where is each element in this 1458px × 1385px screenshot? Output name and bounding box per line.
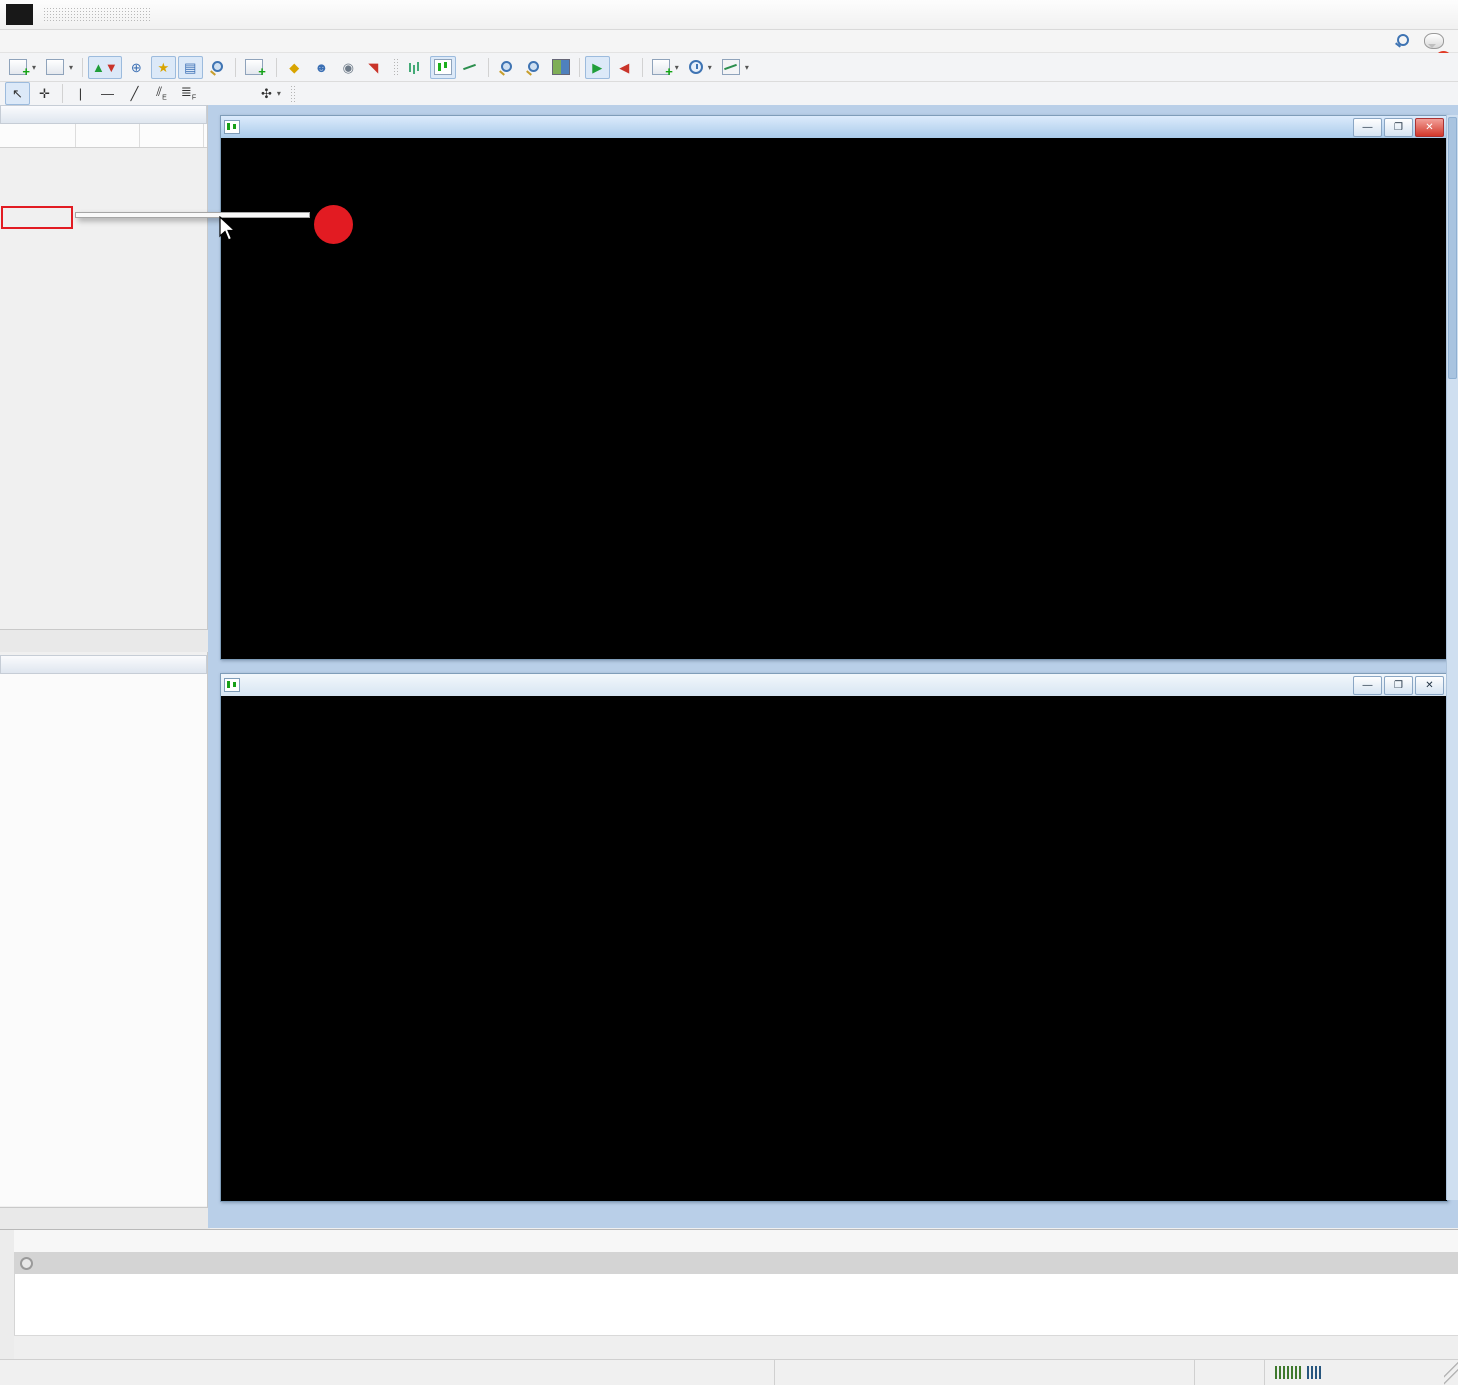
zoom-out-button[interactable] — [521, 56, 546, 79]
chart-minimize-button[interactable]: — — [1353, 117, 1382, 137]
navigator-tree — [0, 674, 207, 1206]
community-icon[interactable]: ☻ — [309, 56, 334, 79]
balance-row — [14, 1252, 1458, 1274]
notification-bubble-icon[interactable] — [1424, 33, 1444, 49]
drawing-toolbar: ↖ ✛ | — ╱ ⫽E ≣F ✣ ▾ — [0, 82, 1458, 106]
terminal-panel — [0, 1229, 1458, 1360]
market-watch-table — [0, 124, 207, 148]
chart-shift-button[interactable]: ◀ — [612, 56, 637, 79]
market-watch-header — [0, 105, 207, 124]
navigator-header — [0, 655, 207, 674]
terminal-toggle-button[interactable]: ▤ — [177, 55, 203, 79]
symbol-context-menu — [75, 212, 310, 218]
vertical-line-tool-button[interactable]: | — [68, 82, 93, 105]
chart-icon — [224, 678, 240, 692]
annotation-box-usdjpy — [1, 206, 73, 229]
terminal-tabs — [14, 1335, 1458, 1360]
metaquotes-horn-icon[interactable]: ◆ — [282, 56, 307, 79]
candlestick-mode-button[interactable] — [429, 55, 456, 79]
connection-cell — [1264, 1360, 1444, 1385]
chart-icon — [224, 120, 240, 134]
auto-scroll-button[interactable]: ▶ — [584, 55, 610, 79]
templates-button[interactable]: ▾ — [718, 56, 753, 79]
indicators-button[interactable]: ▾ — [648, 56, 683, 79]
navigator-tabs — [0, 1207, 210, 1230]
periods-button[interactable]: ▾ — [685, 56, 716, 79]
horizontal-line-tool-button[interactable]: — — [95, 82, 120, 105]
new-order-button[interactable] — [241, 56, 271, 79]
chart-canvas-usdjpy[interactable] — [222, 138, 1446, 658]
balance-row-icon — [20, 1256, 33, 1270]
navigator-panel — [0, 655, 210, 1230]
new-chart-button[interactable]: ▾ — [5, 56, 40, 79]
channel-tool-button[interactable]: ⫽E — [149, 82, 174, 105]
minimize-button[interactable] — [1320, 0, 1366, 29]
chart-canvas-usdchf[interactable] — [222, 696, 1446, 1200]
strategy-tester-button[interactable] — [205, 56, 230, 79]
app-logo-icon — [6, 4, 33, 25]
title-bar — [0, 0, 1458, 30]
maximize-button[interactable] — [1366, 0, 1412, 29]
status-bar — [0, 1359, 1458, 1385]
bar-chart-mode-button[interactable] — [403, 56, 428, 79]
arrows-tool-button[interactable]: ✣ ▾ — [257, 82, 285, 105]
profile-cell[interactable] — [774, 1360, 1194, 1385]
data-window-button[interactable]: ⊕ — [124, 56, 149, 79]
text-label-tool-button[interactable] — [230, 82, 255, 105]
chart-window-title-bar[interactable]: — ❐ ✕ — [221, 116, 1447, 138]
search-icon[interactable] — [1394, 33, 1410, 49]
market-watch-toggle-button[interactable]: ▲▼ — [88, 55, 122, 79]
trendline-tool-button[interactable]: ╱ — [122, 82, 147, 105]
market-watch-columns — [0, 124, 207, 148]
status-empty-cell — [1194, 1360, 1264, 1385]
profiles-button[interactable]: ▾ — [42, 56, 77, 79]
mql5-icon[interactable]: ◉ — [336, 56, 361, 79]
left-panel — [0, 105, 210, 1230]
line-chart-mode-button[interactable] — [458, 56, 483, 79]
connection-bars-icon — [1275, 1366, 1301, 1379]
fibonacci-tool-button[interactable]: ≣F — [176, 82, 201, 105]
terminal-side-strip — [0, 1230, 15, 1360]
text-tool-button[interactable] — [203, 82, 228, 105]
chart-window-usdchf: — ❐ ✕ — [220, 673, 1448, 1202]
chart-restore-button[interactable]: ❐ — [1384, 117, 1413, 137]
close-button[interactable] — [1412, 0, 1458, 29]
tile-windows-button[interactable] — [548, 56, 574, 79]
mt4-application-window: ▾ ▾ ▲▼ ⊕ ★ ▤ ◆ ☻ ◉ ◥ ▶ ◀ ▾ ▾ ▾ ↖ ✛ | — — [0, 0, 1458, 1385]
chart-tab-bar — [428, 1202, 1444, 1226]
cursor-tool-button[interactable]: ↖ — [5, 82, 30, 105]
menu-bar — [0, 30, 1458, 53]
workspace-scrollbar[interactable] — [1446, 115, 1458, 1200]
chart-minimize-button[interactable]: — — [1353, 675, 1382, 695]
resize-grip[interactable] — [1444, 1360, 1458, 1385]
crosshair-tool-button[interactable]: ✛ — [32, 82, 57, 105]
zoom-in-button[interactable] — [494, 56, 519, 79]
terminal-column-headers — [14, 1230, 1458, 1253]
chart-window-title-bar[interactable]: — ❐ ✕ — [221, 674, 1447, 696]
market-watch-tabs — [0, 629, 210, 652]
connection-bars-icon — [1307, 1366, 1323, 1379]
chart-window-usdjpy: — ❐ ✕ — [220, 115, 1448, 660]
chart-close-button[interactable]: ✕ — [1415, 117, 1444, 137]
annotation-step-badge — [314, 205, 353, 244]
chart-workspace: — ❐ ✕ — ❐ ✕ — [208, 105, 1458, 1228]
auto-trading-button[interactable]: ◥ — [363, 56, 388, 79]
titlebar-texture — [43, 6, 151, 23]
standard-toolbar: ▾ ▾ ▲▼ ⊕ ★ ▤ ◆ ☻ ◉ ◥ ▶ ◀ ▾ ▾ ▾ — [0, 53, 1458, 82]
chart-close-button[interactable]: ✕ — [1415, 675, 1444, 695]
navigator-toggle-button[interactable]: ★ — [150, 55, 176, 79]
chart-restore-button[interactable]: ❐ — [1384, 675, 1413, 695]
